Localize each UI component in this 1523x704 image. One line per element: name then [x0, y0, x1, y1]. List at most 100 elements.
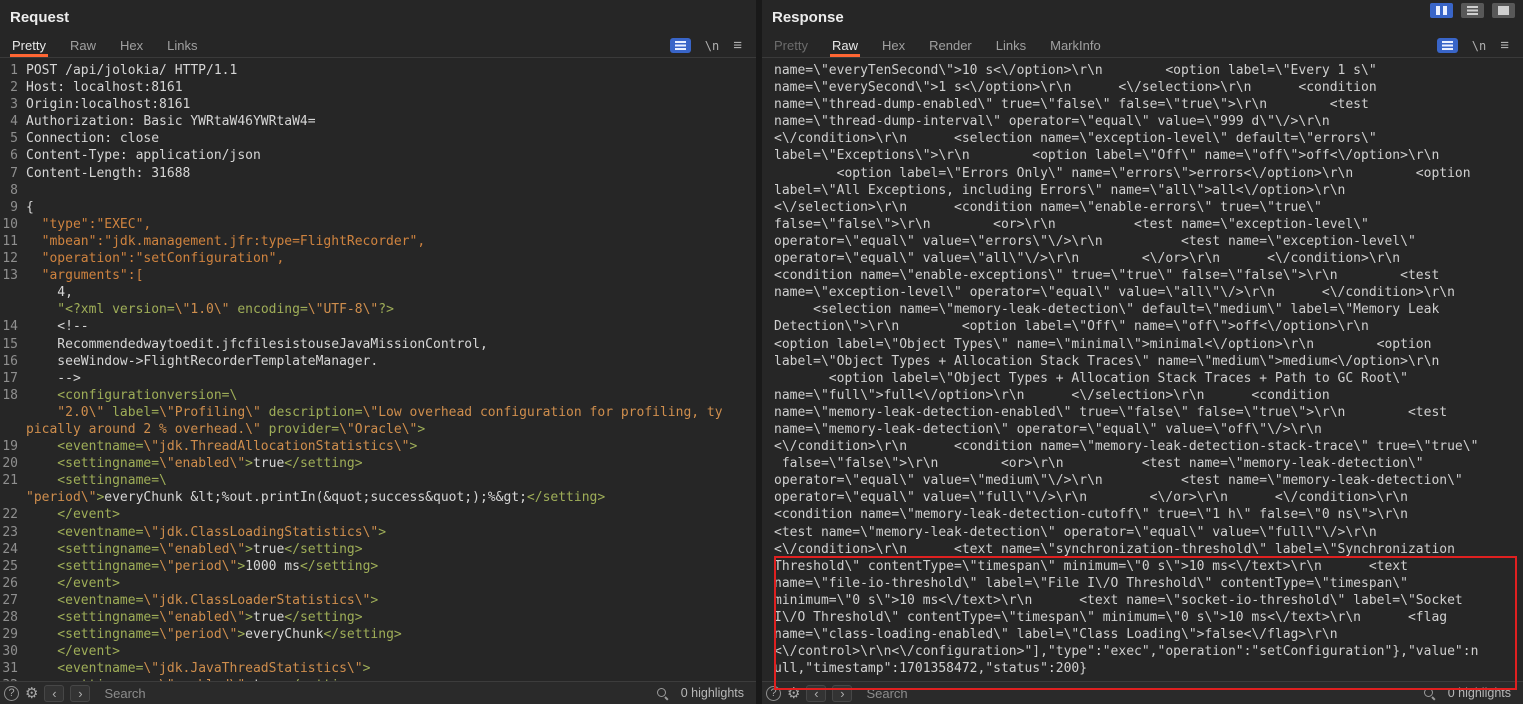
code-text: {: [26, 199, 34, 216]
code-line: 19 <eventname=\"jdk.ThreadAllocationStat…: [0, 438, 756, 455]
code-text: Host: localhost:8161: [26, 79, 183, 96]
search-prev-button[interactable]: ‹: [806, 685, 826, 702]
tab-pretty[interactable]: Pretty: [762, 34, 820, 57]
show-newlines-button[interactable]: \n: [705, 39, 719, 53]
code-text: ull,"timestamp":1701358472,"status":200}: [774, 660, 1087, 677]
tab-raw[interactable]: Raw: [820, 34, 870, 57]
show-newlines-button[interactable]: \n: [1472, 39, 1486, 53]
editor-menu-icon[interactable]: ≡: [733, 38, 742, 53]
line-number: 13: [0, 267, 26, 284]
layout-rows-button[interactable]: [1461, 3, 1484, 18]
layout-columns-button[interactable]: [1430, 3, 1453, 18]
code-text: </event>: [26, 506, 120, 523]
response-tabs: PrettyRawHexRenderLinksMarkInfo: [762, 34, 1113, 57]
tab-render[interactable]: Render: [917, 34, 984, 57]
code-line: 31 <eventname=\"jdk.JavaThreadStatistics…: [0, 660, 756, 677]
code-text: <option label=\"Errors Only\" name=\"err…: [774, 165, 1471, 182]
code-text: <!--: [26, 318, 89, 335]
line-number: 20: [0, 455, 26, 472]
code-line: name=\"class-loading-enabled\" label=\"C…: [774, 626, 1523, 643]
code-text: label=\"Object Types + Allocation Stack …: [774, 353, 1439, 370]
code-line: 25 <settingname=\"period\">1000 ms</sett…: [0, 558, 756, 575]
code-text: <settingname=\"enabled\">true</setting>: [26, 541, 363, 558]
code-text: name=\"file-io-threshold\" label=\"File …: [774, 575, 1408, 592]
search-input[interactable]: [102, 685, 649, 702]
code-line: <option label=\"Errors Only\" name=\"err…: [774, 165, 1523, 182]
tab-markinfo[interactable]: MarkInfo: [1038, 34, 1113, 57]
line-number: 24: [0, 541, 26, 558]
line-number: 18: [0, 387, 26, 404]
request-editor[interactable]: 1POST /api/jolokia/ HTTP/1.12Host: local…: [0, 58, 756, 681]
code-text: operator=\"equal\" value=\"full\"\/>\r\n…: [774, 489, 1408, 506]
code-text: "2.0\" label=\"Profiling\" description=\…: [26, 404, 723, 421]
search-input[interactable]: [864, 685, 1416, 702]
tab-hex[interactable]: Hex: [870, 34, 917, 57]
code-line: operator=\"equal\" value=\"medium\"\/>\r…: [774, 472, 1523, 489]
code-text: minimum=\"0 s\">10 ms<\/text>\r\n <text …: [774, 592, 1463, 609]
code-line: name=\"everySecond\">1 s<\/option>\r\n <…: [774, 79, 1523, 96]
tab-raw[interactable]: Raw: [58, 34, 108, 57]
search-next-button[interactable]: ›: [832, 685, 852, 702]
search-prev-button[interactable]: ‹: [44, 685, 64, 702]
code-text: Content-Length: 31688: [26, 165, 190, 182]
syntax-highlight-icon[interactable]: [670, 38, 691, 53]
code-text: "operation":"setConfiguration",: [26, 250, 284, 267]
code-line: 28 <settingname=\"enabled\">true</settin…: [0, 609, 756, 626]
code-text: "mbean":"jdk.management.jfr:type=FlightR…: [26, 233, 425, 250]
line-number: 25: [0, 558, 26, 575]
line-number: 23: [0, 524, 26, 541]
syntax-highlight-icon[interactable]: [1437, 38, 1458, 53]
code-line: false=\"false\">\r\n <or>\r\n <test name…: [774, 455, 1523, 472]
line-number: 26: [0, 575, 26, 592]
code-line: 1POST /api/jolokia/ HTTP/1.1: [0, 62, 756, 79]
help-icon[interactable]: ?: [4, 686, 19, 701]
code-line: 6Content-Type: application/json: [0, 147, 756, 164]
code-line: 7Content-Length: 31688: [0, 165, 756, 182]
response-code-lines: name=\"everyTenSecond\">10 s<\/option>\r…: [774, 62, 1523, 677]
code-line: 15 Recommendedwaytoedit.jfcfilesistouseJ…: [0, 336, 756, 353]
code-text: <selection name=\"memory-leak-detection\…: [774, 301, 1439, 318]
code-line: label=\"Object Types + Allocation Stack …: [774, 353, 1523, 370]
line-number: 28: [0, 609, 26, 626]
line-number: [0, 284, 26, 301]
code-line: <option label=\"Object Types\" name=\"mi…: [774, 336, 1523, 353]
code-text: <configurationversion=\: [26, 387, 237, 404]
code-text: <settingname=\"enabled\">true</setting>: [26, 455, 363, 472]
tab-hex[interactable]: Hex: [108, 34, 155, 57]
code-line: name=\"exception-level\" operator=\"equa…: [774, 284, 1523, 301]
search-icon: [1423, 687, 1436, 700]
editor-menu-icon[interactable]: ≡: [1500, 38, 1509, 53]
code-line: Detection\">\r\n <option label=\"Off\" n…: [774, 318, 1523, 335]
tab-pretty[interactable]: Pretty: [0, 34, 58, 57]
search-settings-gear-icon[interactable]: ⚙: [25, 686, 38, 701]
code-text: name=\"exception-level\" operator=\"equa…: [774, 284, 1455, 301]
tab-links[interactable]: Links: [984, 34, 1038, 57]
line-number: 22: [0, 506, 26, 523]
highlights-count: 0 highlights: [1448, 686, 1511, 700]
code-text: label=\"All Exceptions, including Errors…: [774, 182, 1345, 199]
search-next-button[interactable]: ›: [70, 685, 90, 702]
line-number: 6: [0, 147, 26, 164]
layout-single-button[interactable]: [1492, 3, 1515, 18]
code-text: 4,: [26, 284, 73, 301]
code-line: name=\"memory-leak-detection\" operator=…: [774, 421, 1523, 438]
code-text: <option label=\"Object Types + Allocatio…: [774, 370, 1408, 387]
tab-links[interactable]: Links: [155, 34, 209, 57]
code-text: <\/condition>\r\n <condition name=\"memo…: [774, 438, 1478, 455]
help-icon[interactable]: ?: [766, 686, 781, 701]
line-number: [0, 404, 26, 421]
line-number: 19: [0, 438, 26, 455]
code-text: Recommendedwaytoedit.jfcfilesistouseJava…: [26, 336, 488, 353]
code-text: <condition name=\"enable-exceptions\" tr…: [774, 267, 1439, 284]
code-line: 10 "type":"EXEC",: [0, 216, 756, 233]
search-settings-gear-icon[interactable]: ⚙: [787, 686, 800, 701]
response-editor[interactable]: name=\"everyTenSecond\">10 s<\/option>\r…: [762, 58, 1523, 681]
request-search-bar: ? ⚙ ‹ › 0 highlights: [0, 681, 756, 704]
code-text: POST /api/jolokia/ HTTP/1.1: [26, 62, 237, 79]
code-line: name=\"thread-dump-interval\" operator=\…: [774, 113, 1523, 130]
code-line: <selection name=\"memory-leak-detection\…: [774, 301, 1523, 318]
request-editor-toolbar: \n ≡: [670, 38, 756, 53]
code-line: <condition name=\"enable-exceptions\" tr…: [774, 267, 1523, 284]
code-text: -->: [26, 370, 81, 387]
code-line: 12 "operation":"setConfiguration",: [0, 250, 756, 267]
